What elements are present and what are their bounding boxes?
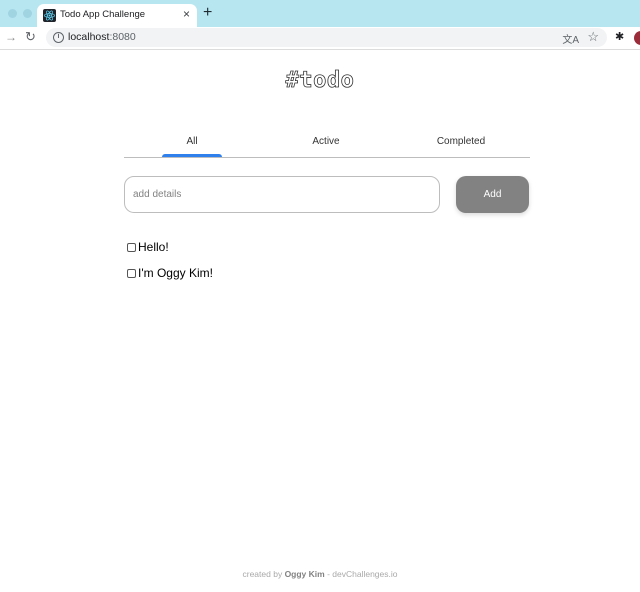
filter-tabs: All Active Completed xyxy=(124,132,530,158)
todo-text: Hello! xyxy=(138,240,169,254)
footer-suffix: - devChallenges.io xyxy=(324,569,398,579)
tab-completed[interactable]: Completed xyxy=(426,136,496,147)
footer: created by Oggy Kim - devChallenges.io xyxy=(0,569,640,579)
add-details-input[interactable] xyxy=(124,176,440,213)
tab-active[interactable]: Active xyxy=(296,136,356,147)
todo-item: I'm Oggy Kim! xyxy=(127,260,213,286)
tab-title: Todo App Challenge xyxy=(60,9,146,20)
todo-list: Hello! I'm Oggy Kim! xyxy=(127,234,213,286)
selected-tab-indicator xyxy=(162,154,222,157)
url-port: :8080 xyxy=(109,31,136,43)
tab-all[interactable]: All xyxy=(162,136,222,147)
translate-icon[interactable]: 文A xyxy=(562,31,579,46)
url-host: localhost xyxy=(68,31,110,43)
bookmark-star-icon[interactable]: ☆ xyxy=(587,29,599,45)
todo-checkbox[interactable] xyxy=(127,242,136,252)
todo-checkbox[interactable] xyxy=(127,268,136,278)
browser-tabstrip: Todo App Challenge × + xyxy=(0,0,640,27)
url-text: localhost:8080 xyxy=(68,31,136,43)
minimize-window-icon[interactable] xyxy=(23,9,32,18)
page-title: #todo xyxy=(285,68,355,94)
extensions-icon[interactable]: ✱ xyxy=(615,30,624,43)
browser-tab[interactable]: Todo App Challenge × xyxy=(37,4,197,27)
todo-text: I'm Oggy Kim! xyxy=(138,266,213,280)
todo-item: Hello! xyxy=(127,234,213,260)
new-tab-button[interactable]: + xyxy=(203,4,212,22)
footer-prefix: created by xyxy=(242,569,285,579)
address-bar[interactable]: i localhost:8080 文A ☆ xyxy=(46,28,607,47)
add-button[interactable]: Add xyxy=(456,176,529,213)
reload-icon[interactable]: ↻ xyxy=(25,29,36,45)
close-tab-icon[interactable]: × xyxy=(183,7,190,21)
react-icon xyxy=(43,9,56,22)
profile-avatar[interactable] xyxy=(634,31,640,45)
site-info-icon[interactable]: i xyxy=(53,32,64,43)
footer-author: Oggy Kim xyxy=(284,569,325,579)
browser-toolbar: → ↻ i localhost:8080 文A ☆ ✱ xyxy=(0,27,640,50)
forward-icon[interactable]: → xyxy=(5,30,17,44)
close-window-icon[interactable] xyxy=(8,9,17,18)
